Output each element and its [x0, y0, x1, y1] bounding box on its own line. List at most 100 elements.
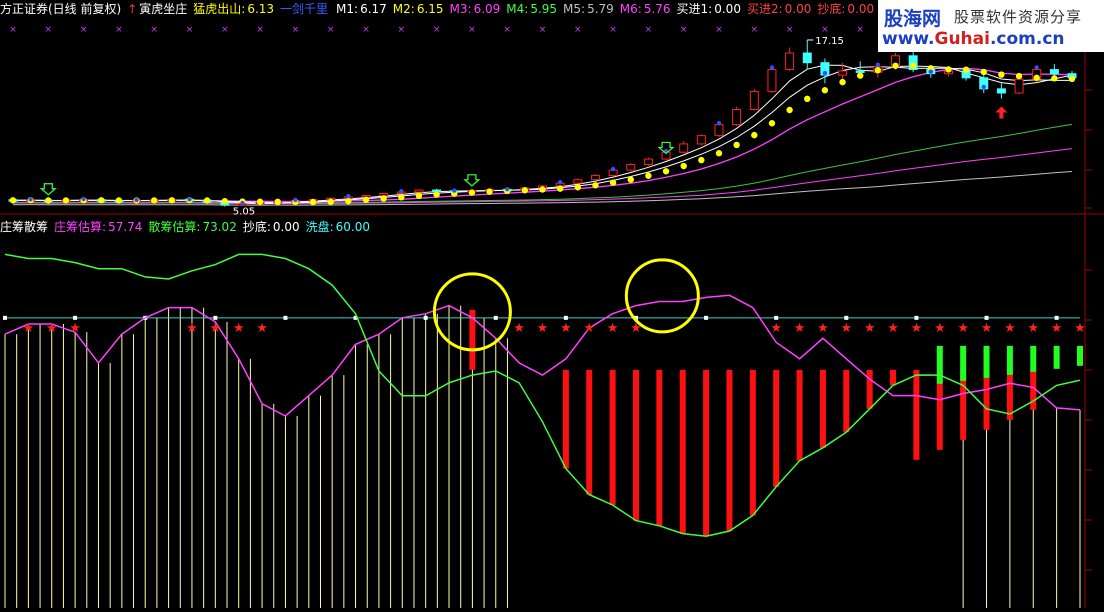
retail-red-bar-25 — [586, 369, 593, 495]
sub-chart-header: 庄筹散筹 庄筹估算: 57.74 散筹估算: 73.02 抄底: 0.00 洗盘: 60.00 — [0, 218, 382, 236]
main-header-item-10: 抄底: 0.00 — [817, 2, 874, 16]
blue-marker-31 — [557, 180, 563, 185]
dot-line-point-59 — [1051, 75, 1058, 82]
ma-mid-magenta — [12, 67, 1073, 203]
dot-line-point-27 — [486, 188, 493, 195]
main-header-value-0: 6.13 — [247, 2, 275, 16]
retail-red-bar-33 — [773, 369, 780, 487]
retail-red-bar-36 — [843, 369, 850, 433]
wash-star-icon-23: ★ — [1004, 321, 1016, 336]
dot-line-point-58 — [1033, 74, 1040, 82]
logo-url-main: Guhai — [934, 29, 990, 49]
blue-marker-10 — [187, 197, 192, 202]
retail-green-bar-43 — [1006, 345, 1013, 375]
top-x-mark-32: × — [574, 25, 582, 35]
blue-marker-19 — [346, 193, 351, 199]
candle-body-36 — [643, 158, 653, 166]
wash-line-marker-42 — [984, 315, 989, 320]
dot-line-point-46 — [821, 87, 829, 94]
dot-line-point-32 — [574, 184, 581, 191]
main-header-item-4: M3: 6.09 — [450, 2, 501, 16]
sub-indicator-name: 庄筹散筹 — [0, 220, 49, 234]
main-header-label-4: M3: — [449, 2, 472, 16]
blue-marker-4 — [81, 196, 86, 202]
dot-line-point-41 — [733, 141, 740, 149]
main-header-label-1: 一剑千里 — [280, 2, 329, 16]
sub-header-value-2: 0.00 — [272, 220, 300, 234]
main-header-label-10: 抄底: — [817, 2, 846, 16]
top-x-mark-28: × — [503, 25, 511, 35]
main-header-label-6: M5: — [563, 2, 586, 16]
wash-line-marker-30 — [704, 315, 709, 320]
retail-green-bar-42 — [983, 345, 990, 378]
candle-body-24 — [432, 189, 442, 193]
blue-marker-25 — [452, 188, 457, 193]
wash-star-icon-3: ★ — [186, 321, 198, 336]
wash-star-icon-25: ★ — [1051, 321, 1063, 336]
dot-line-point-18 — [327, 198, 334, 205]
dot-line-point-0 — [9, 197, 17, 204]
main-header-item-7: M6: 5.76 — [620, 2, 671, 16]
candle-body-47 — [838, 70, 848, 76]
top-x-mark-24: × — [433, 25, 441, 35]
blue-marker-28 — [505, 186, 510, 192]
dot-line-point-57 — [1015, 72, 1023, 80]
dot-line-point-47 — [839, 78, 846, 86]
wash-star-icon-11: ★ — [607, 321, 619, 336]
top-x-mark-26: × — [468, 25, 476, 35]
top-x-mark-14: × — [256, 25, 264, 35]
main-header-label-2: M1: — [336, 2, 359, 16]
candle-body-43 — [767, 69, 777, 93]
blue-marker-58 — [1034, 65, 1039, 70]
main-header-label-3: M2: — [392, 2, 415, 16]
top-x-mark-34: × — [609, 25, 617, 35]
retail-green-bar-45 — [1053, 345, 1060, 369]
wash-star-icon-16: ★ — [840, 321, 852, 336]
top-x-mark-48: × — [856, 25, 864, 35]
top-x-mark-20: × — [362, 25, 370, 35]
candle-body-23 — [414, 189, 424, 193]
dot-line-point-17 — [309, 198, 317, 206]
main-header-value-6: 5.79 — [587, 2, 614, 16]
dot-line-point-56 — [998, 71, 1005, 78]
retail-green-bar-41 — [960, 345, 967, 381]
candle-body-45 — [802, 52, 812, 64]
main-header-value-4: 6.09 — [473, 2, 501, 16]
dot-line-point-2 — [45, 197, 52, 204]
main-chart-header: 方正证券(日线 前复权) ↑ 寅虎坐庄 猛虎出山: 6.13 一剑千里 M1: 6.17 M2:… — [0, 0, 886, 18]
dot-line-point-37 — [662, 168, 670, 175]
wash-line-marker-18 — [423, 315, 428, 320]
wash-star-icon-13: ★ — [770, 321, 782, 336]
top-x-mark-16: × — [292, 25, 300, 35]
top-x-mark-4: × — [80, 25, 88, 35]
top-x-mark-40: × — [715, 25, 723, 35]
sub-header-item-3: 洗盘: 60.00 — [306, 220, 370, 234]
main-header-item-0: 猛虎出山: 6.13 — [193, 2, 274, 16]
dot-line-point-3 — [62, 197, 70, 204]
wash-star-icon-7: ★ — [513, 321, 525, 336]
main-header-item-9: 买进2: 0.00 — [747, 2, 811, 16]
ma-long-magenta — [12, 148, 1073, 205]
window-title: 方正证券(日线 前复权) — [0, 2, 122, 16]
chart-canvas[interactable]: ×××××××××××××××××××××××××××××××17.155.05… — [0, 0, 1104, 608]
top-x-mark-2: × — [45, 25, 53, 35]
dot-line-point-8 — [151, 197, 158, 204]
top-x-mark-22: × — [398, 25, 406, 35]
blue-marker-16 — [293, 197, 298, 203]
top-x-mark-46: × — [821, 25, 829, 35]
sub-header-value-3: 60.00 — [335, 220, 370, 234]
candle-body-57 — [1014, 78, 1024, 94]
main-header-value-5: 5.95 — [530, 2, 558, 16]
red-arrow-icon-0 — [995, 106, 1008, 119]
indicator-name: 寅虎坐庄 — [139, 2, 188, 16]
candle-body-33 — [590, 175, 600, 181]
sub-header-item-2: 抄底: 0.00 — [243, 220, 300, 234]
blue-marker-22 — [399, 189, 404, 194]
dot-line-point-14 — [256, 198, 264, 205]
wash-line-marker-21 — [493, 315, 498, 320]
main-header-value-2: 6.17 — [360, 2, 387, 16]
sub-header-value-0: 57.74 — [108, 220, 143, 234]
dot-line-point-51 — [909, 62, 917, 69]
candle-body-32 — [573, 179, 583, 184]
candle-body-56 — [996, 88, 1006, 94]
